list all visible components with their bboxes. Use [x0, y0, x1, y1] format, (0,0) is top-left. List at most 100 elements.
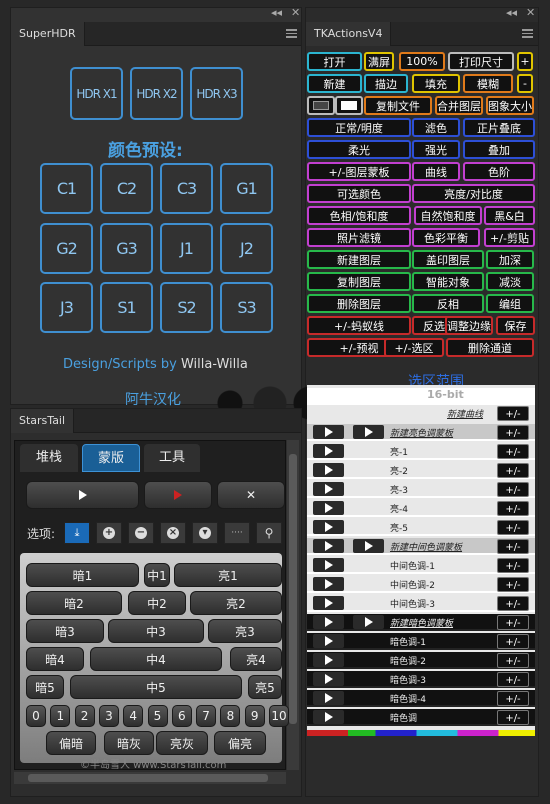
toggle-button[interactable]: +/-	[497, 615, 529, 630]
tk-action-button[interactable]: 新建图层	[307, 250, 411, 269]
tk-action-button[interactable]: 曲线	[412, 162, 460, 181]
toggle-button[interactable]: +/-	[497, 596, 529, 611]
intersect-option[interactable]: ×	[160, 522, 186, 544]
hdr-x3-button[interactable]: HDR X3	[190, 67, 243, 120]
play-icon[interactable]	[313, 558, 344, 572]
collapse-icon[interactable]: ◂◂	[271, 6, 282, 19]
play-icon[interactable]	[313, 463, 344, 477]
preset-button[interactable]: S2	[160, 282, 213, 333]
action-row[interactable]: 暗色调-2 +/-	[307, 652, 535, 669]
action-row[interactable]: 亮-4 +/-	[307, 500, 535, 517]
tk-action-button[interactable]: 新建	[307, 74, 362, 93]
preset-button[interactable]: J2	[220, 223, 273, 274]
digit-button[interactable]: 0	[26, 705, 46, 727]
close-icon[interactable]: ✕	[291, 6, 300, 19]
tk-action-button[interactable]: 亮度/对比度	[412, 184, 535, 203]
play-icon[interactable]	[313, 596, 344, 610]
play-icon[interactable]	[313, 653, 344, 667]
tk-action-button[interactable]: 填充	[412, 74, 460, 93]
preset-button[interactable]: G2	[40, 223, 93, 274]
toggle-button[interactable]: +/-	[497, 501, 529, 516]
dropdown-option[interactable]: ▾	[192, 522, 218, 544]
tk-action-button[interactable]: 模糊	[463, 74, 513, 93]
tk-action-button[interactable]: 自然饱和度	[414, 206, 482, 225]
action-row[interactable]: 亮-2 +/-	[307, 462, 535, 479]
tone-button[interactable]: 暗灰	[104, 731, 154, 755]
subtract-option[interactable]: −	[128, 522, 154, 544]
tk-action-button[interactable]: 复制文件	[364, 96, 432, 115]
hscroll-thumb[interactable]	[28, 774, 268, 782]
tk-action-button[interactable]: 100%	[399, 52, 445, 71]
toggle-button[interactable]: +/-	[497, 653, 529, 668]
download-option[interactable]: ⤓	[64, 522, 90, 544]
toggle-button[interactable]: +/-	[497, 539, 529, 554]
preset-button[interactable]: G1	[220, 163, 273, 214]
action-row[interactable]: 亮-1 +/-	[307, 443, 535, 460]
tk-action-button[interactable]: +/-剪贴	[484, 228, 535, 247]
tone-button[interactable]: 亮灰	[156, 731, 208, 755]
luma-button[interactable]: 亮5	[248, 675, 282, 699]
starstail-tab[interactable]: StarsTail	[11, 409, 75, 433]
panel-menu-icon[interactable]	[522, 29, 533, 38]
luma-button[interactable]: 亮3	[208, 619, 282, 643]
play-icon[interactable]	[313, 539, 344, 553]
tab-0[interactable]: 堆栈	[20, 444, 78, 472]
collapse-icon[interactable]: ◂◂	[506, 6, 517, 19]
preset-button[interactable]: C2	[100, 163, 153, 214]
delete-button[interactable]: ✕	[217, 481, 285, 509]
swatch-light-button[interactable]	[335, 96, 363, 115]
tk-action-button[interactable]: 描边	[364, 74, 408, 93]
play-icon[interactable]	[313, 710, 344, 724]
luma-button[interactable]: 暗1	[26, 563, 139, 587]
play-icon[interactable]	[313, 634, 344, 648]
toggle-button[interactable]: +/-	[497, 520, 529, 535]
tk-action-button[interactable]: 正常/明度	[307, 118, 411, 137]
tk-action-button[interactable]: 打印尺寸	[448, 52, 514, 71]
scrollbar-thumb[interactable]	[289, 454, 297, 724]
toggle-button[interactable]: +/-	[497, 691, 529, 706]
luma-button[interactable]: 亮2	[190, 591, 282, 615]
luma-button[interactable]: 中1	[144, 563, 170, 587]
tk-action-button[interactable]: 删除图层	[307, 294, 411, 313]
preset-button[interactable]: S1	[100, 282, 153, 333]
luma-button[interactable]: 暗5	[26, 675, 64, 699]
play-icon[interactable]	[313, 482, 344, 496]
play-icon[interactable]	[353, 615, 384, 629]
tk-action-button[interactable]: 减淡	[486, 272, 534, 291]
hdr-x1-button[interactable]: HDR X1	[70, 67, 123, 120]
action-row[interactable]: 新建中间色调蒙板 +/-	[307, 538, 535, 555]
play-icon[interactable]	[353, 539, 384, 553]
digit-button[interactable]: 2	[74, 705, 95, 727]
tk-action-button[interactable]: 色阶	[463, 162, 535, 181]
luma-button[interactable]: 亮1	[174, 563, 282, 587]
action-row[interactable]: 暗色调-4 +/-	[307, 690, 535, 707]
tk-action-button[interactable]: 黑&白	[484, 206, 535, 225]
tone-button[interactable]: 偏暗	[46, 731, 96, 755]
tab-1[interactable]: 蒙版	[82, 444, 140, 472]
digit-button[interactable]: 10	[269, 705, 289, 727]
digit-button[interactable]: 3	[98, 705, 119, 727]
action-row[interactable]: 中间色调-2 +/-	[307, 576, 535, 593]
preset-button[interactable]: C1	[40, 163, 93, 214]
tk-action-button[interactable]: +/-选区	[384, 338, 444, 357]
play-icon[interactable]	[353, 425, 384, 439]
digit-button[interactable]: 5	[147, 705, 168, 727]
stars-hscroll[interactable]	[14, 772, 286, 784]
play-icon[interactable]	[313, 425, 344, 439]
toggle-button[interactable]: +/-	[497, 672, 529, 687]
luma-button[interactable]: 中4	[90, 647, 222, 671]
play-icon[interactable]	[313, 691, 344, 705]
tk-action-button[interactable]: 盖印图层	[412, 250, 484, 269]
swatch-dark-button[interactable]	[307, 96, 335, 115]
tk-action-button[interactable]: 调整边缘	[445, 316, 493, 335]
play-icon[interactable]	[313, 577, 344, 591]
digit-button[interactable]: 7	[196, 705, 217, 727]
luma-button[interactable]: 中3	[108, 619, 204, 643]
tk-action-button[interactable]: 色彩平衡	[412, 228, 480, 247]
digit-button[interactable]: 4	[123, 705, 144, 727]
action-row[interactable]: 新建暗色调蒙板 +/-	[307, 614, 535, 631]
tk-action-button[interactable]: +/-蚂蚁线	[307, 316, 411, 335]
superhdr-tab[interactable]: SuperHDR	[11, 22, 85, 46]
toggle-button[interactable]: +/-	[497, 634, 529, 649]
preset-button[interactable]: G3	[100, 223, 153, 274]
